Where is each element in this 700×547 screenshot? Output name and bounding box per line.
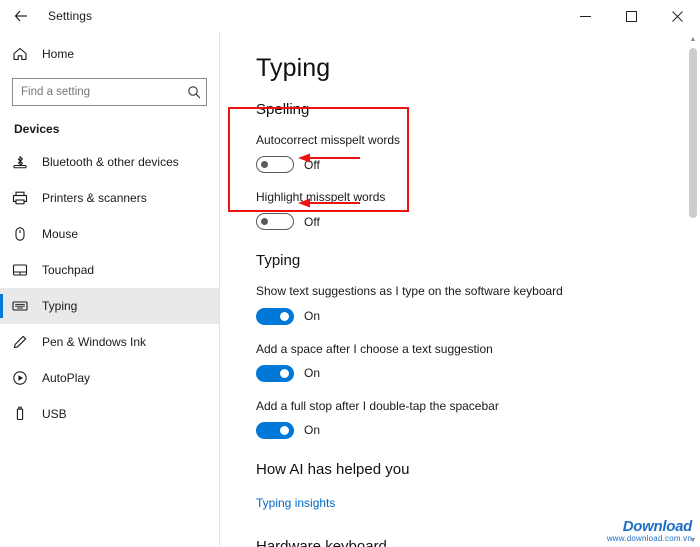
watermark: Download www.download.com.vn [607, 519, 692, 543]
setting-add-space-label: Add a space after I choose a text sugges… [256, 341, 493, 356]
toggle-knob [280, 425, 289, 435]
text-suggestions-software-toggle-state: On [304, 309, 321, 324]
close-button[interactable] [654, 0, 700, 32]
sidebar-item-pen[interactable]: Pen & Windows Ink [0, 324, 219, 360]
toggle-knob [261, 218, 268, 226]
sidebar-item-usb-label: USB [42, 407, 67, 421]
mouse-icon [12, 226, 36, 242]
back-button[interactable] [0, 0, 42, 32]
home-icon [12, 46, 36, 62]
maximize-icon [625, 10, 637, 22]
setting-full-stop: Add a full stop after I double-tap the s… [256, 398, 700, 439]
search-icon[interactable] [181, 85, 206, 99]
full-stop-toggle[interactable] [256, 421, 294, 439]
sidebar-item-mouse[interactable]: Mouse [0, 216, 219, 252]
setting-text-suggestions-software: Show text suggestions as I type on the s… [256, 283, 700, 325]
pen-icon [12, 334, 36, 350]
settings-content: Typing Spelling Autocorrect misspelt wor… [220, 32, 700, 547]
printer-icon [12, 190, 36, 206]
sidebar-item-bluetooth[interactable]: Bluetooth & other devices [0, 144, 219, 180]
autocorrect-toggle[interactable] [256, 156, 294, 174]
settings-window: Settings Home Find a setting Devices Blu… [0, 0, 700, 547]
caption-buttons [562, 0, 700, 32]
back-arrow-icon [13, 8, 29, 24]
setting-autocorrect-label: Autocorrect misspelt words [256, 133, 401, 147]
keyboard-icon [12, 298, 36, 314]
title-bar: Settings [0, 0, 700, 32]
sidebar-item-typing[interactable]: Typing [0, 288, 219, 324]
setting-highlight: Highlight misspelt words Off [256, 189, 700, 231]
group-spelling-title: Spelling [256, 101, 310, 118]
sidebar-item-home[interactable]: Home [0, 36, 219, 72]
search-input[interactable] [13, 86, 181, 98]
minimize-button[interactable] [562, 0, 608, 32]
touchpad-icon [12, 262, 36, 278]
setting-full-stop-row: On [256, 421, 700, 439]
sidebar-item-home-label: Home [42, 47, 75, 61]
toggle-knob [280, 368, 289, 378]
add-space-toggle-state: On [304, 366, 321, 381]
setting-add-space: Add a space after I choose a text sugges… [256, 341, 700, 382]
group-spelling: Spelling Autocorrect misspelt words Off … [256, 101, 700, 231]
highlight-toggle[interactable] [256, 213, 294, 231]
autoplay-icon [12, 370, 36, 386]
maximize-button[interactable] [608, 0, 654, 32]
sidebar-item-autoplay[interactable]: AutoPlay [0, 360, 219, 396]
sidebar-item-bluetooth-label: Bluetooth & other devices [42, 155, 179, 169]
setting-autocorrect: Autocorrect misspelt words Off [256, 132, 700, 174]
sidebar-item-typing-label: Typing [42, 299, 78, 313]
setting-autocorrect-row: Off [256, 156, 700, 174]
text-suggestions-software-toggle[interactable] [256, 307, 294, 325]
watermark-main: Download [622, 517, 693, 535]
group-typing: Typing Show text suggestions as I type o… [256, 252, 700, 439]
main-pane: Typing Spelling Autocorrect misspelt wor… [220, 32, 700, 547]
add-space-toggle[interactable] [256, 364, 294, 382]
setting-add-space-row: On [256, 364, 700, 382]
sidebar-item-printers[interactable]: Printers & scanners [0, 180, 219, 216]
toggle-knob [261, 161, 268, 169]
search-box[interactable] [12, 78, 207, 106]
sidebar-section-title: Devices [14, 122, 60, 136]
setting-full-stop-label: Add a full stop after I double-tap the s… [256, 398, 499, 413]
setting-highlight-row: Off [256, 213, 700, 231]
minimize-icon [579, 15, 591, 17]
group-ai: How AI has helped you Typing insights [256, 461, 700, 512]
sidebar-item-touchpad-label: Touchpad [42, 263, 95, 277]
window-content: Home Devices B [0, 32, 700, 547]
typing-insights-link[interactable]: Typing insights [256, 496, 335, 510]
group-typing-title: Typing [256, 252, 301, 270]
watermark-sub: www.download.com.vn [606, 533, 692, 543]
sidebar-item-printers-label: Printers & scanners [42, 191, 147, 205]
sidebar-item-autoplay-label: AutoPlay [42, 371, 91, 385]
sidebar-item-pen-label: Pen & Windows Ink [42, 335, 147, 349]
group-ai-title: How AI has helped you [256, 460, 410, 478]
sidebar-item-touchpad[interactable]: Touchpad [0, 252, 219, 288]
bluetooth-icon [12, 154, 36, 170]
setting-text-suggestions-software-label: Show text suggestions as I type on the s… [256, 284, 563, 299]
main-scrollbar[interactable]: ▲ ▼ [686, 32, 700, 547]
autocorrect-toggle-state: Off [304, 157, 320, 172]
toggle-knob [280, 311, 289, 321]
usb-icon [12, 406, 36, 422]
full-stop-toggle-state: On [304, 423, 321, 438]
setting-text-suggestions-software-row: On [256, 307, 700, 325]
close-icon [671, 10, 683, 22]
app-title: Settings [48, 9, 93, 23]
sidebar-item-usb[interactable]: USB [0, 396, 219, 432]
scroll-up-arrow[interactable]: ▲ [686, 32, 700, 46]
sidebar: Home Devices B [0, 32, 220, 547]
highlight-toggle-state: Off [304, 214, 320, 229]
sidebar-item-mouse-label: Mouse [42, 227, 79, 241]
scroll-thumb[interactable] [689, 48, 697, 218]
page-title: Typing [256, 54, 331, 82]
setting-highlight-label: Highlight misspelt words [256, 190, 386, 205]
